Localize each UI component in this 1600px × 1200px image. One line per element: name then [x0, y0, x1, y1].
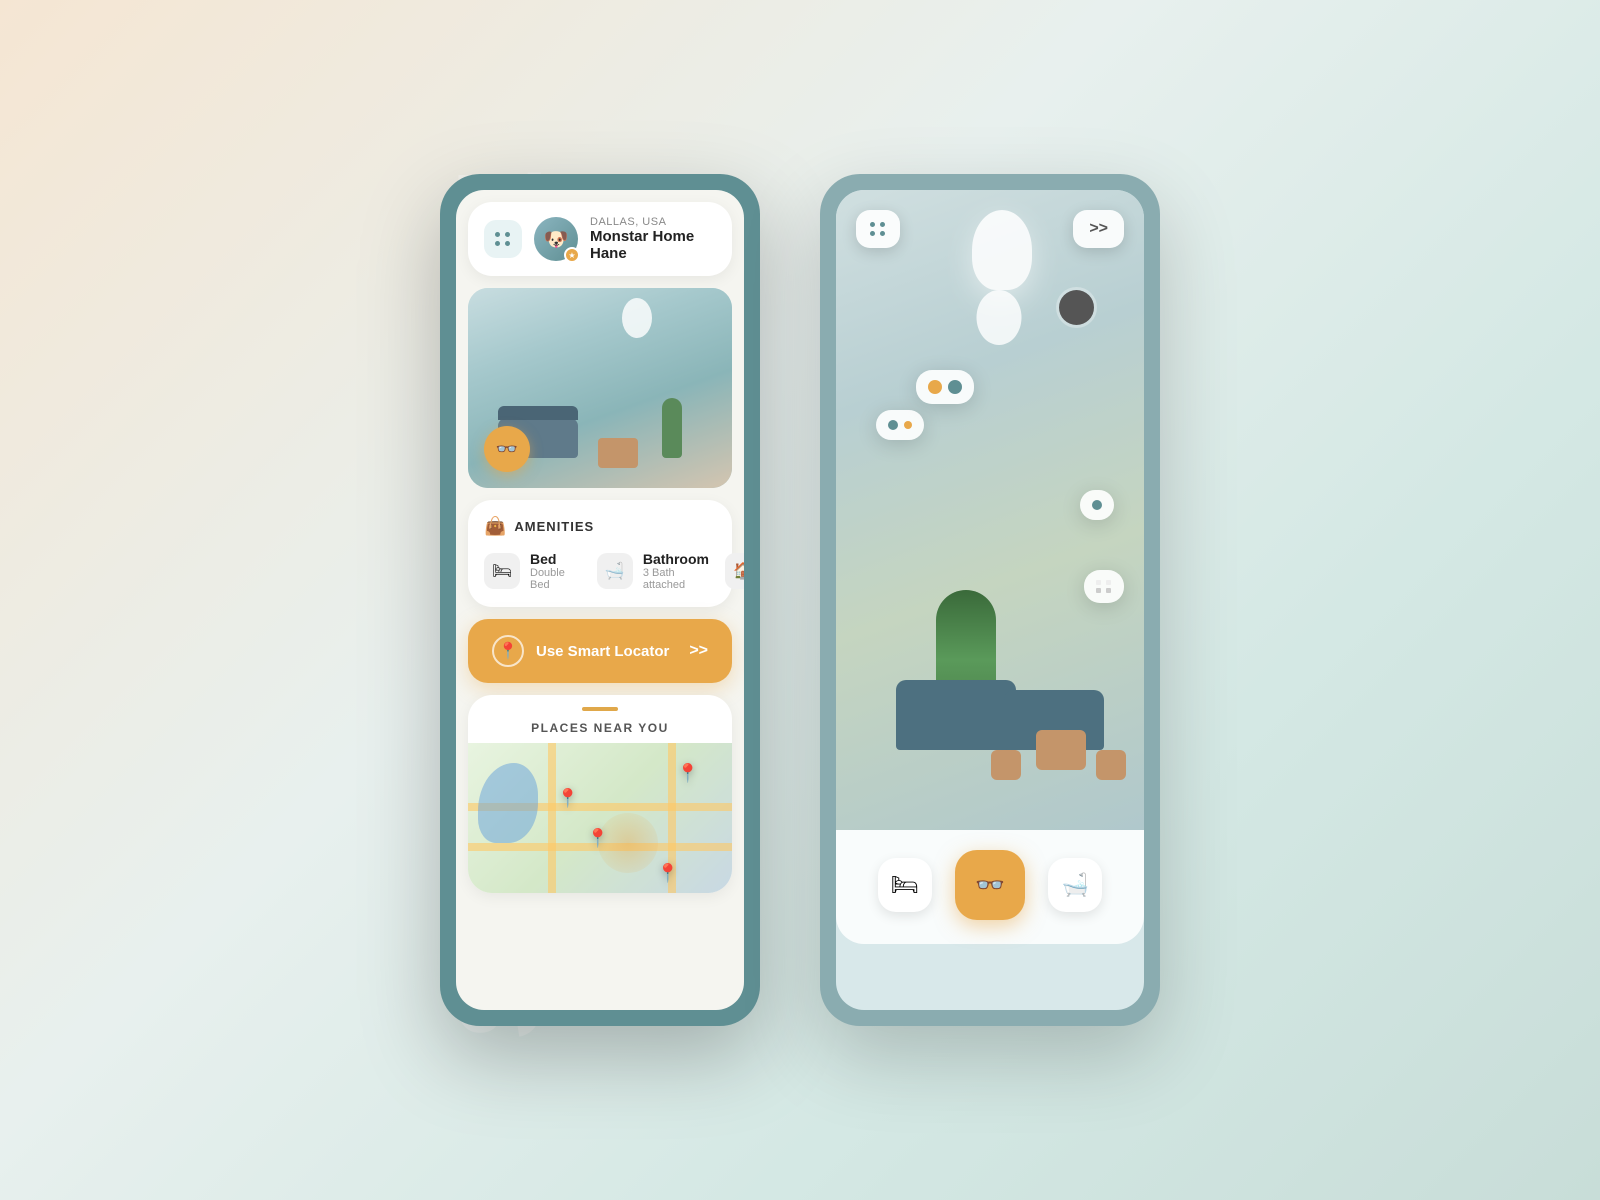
smart-locator-label: Use Smart Locator	[536, 643, 669, 660]
color-swatch-orange	[928, 380, 942, 394]
avatar-badge: ★	[564, 247, 580, 263]
map-pin-2: 📍	[677, 763, 699, 784]
bathroom-icon: 🛁	[605, 561, 625, 581]
room-image-card: 👓	[468, 288, 732, 488]
amenity-bed: 🛏 Bed Double Bed	[484, 551, 565, 591]
amenities-section: 👜 AMENITIES 🛏 Bed Double Bed	[468, 500, 732, 607]
menu-dots-icon	[495, 232, 511, 246]
ar-bubble-dot-2	[1092, 500, 1102, 510]
bottom-bath-button[interactable]: 🛁	[1048, 858, 1102, 912]
header-text: DALLAS, USA Monstar Home Hane	[590, 216, 716, 262]
home-icon-box: 🏠	[725, 553, 744, 589]
ceiling-lamp	[622, 298, 652, 338]
amenities-title: AMENITIES	[514, 519, 594, 534]
bath-tab-icon: 🛁	[1062, 872, 1089, 898]
amenities-bag-icon: 👜	[484, 516, 506, 537]
ar-coffee-table	[1036, 730, 1086, 770]
map-area[interactable]: 📍 📍 📍 📍	[468, 743, 732, 893]
coffee-table	[598, 438, 638, 468]
location-label: DALLAS, USA	[590, 216, 716, 228]
amenity-bed-text: Bed Double Bed	[530, 551, 565, 591]
vr-icon: 👓	[496, 439, 518, 460]
ar-bubble-dot-1	[888, 420, 898, 430]
menu-dots-button[interactable]	[484, 220, 522, 258]
ar-top-controls: >>	[836, 210, 1144, 248]
ar-stool-right	[1096, 750, 1126, 780]
ar-forward-button[interactable]: >>	[1073, 210, 1124, 248]
ar-bottom-bar: 🛏 👓 🛁	[836, 830, 1144, 944]
bottom-bed-button[interactable]: 🛏	[878, 858, 932, 912]
map-road-vertical-1	[548, 743, 556, 893]
ar-bubble-room-controls[interactable]	[876, 410, 924, 440]
chevron-right-icon: >>	[689, 642, 708, 660]
phone-screen-right: >> 🛏 👓 🛁	[836, 190, 1144, 1010]
map-pin-1: 📍	[557, 788, 579, 809]
ar-stool-left	[991, 750, 1021, 780]
smart-locator-button[interactable]: 📍 Use Smart Locator >>	[468, 619, 732, 683]
map-header: PLACES NEAR YOU	[468, 695, 732, 743]
amenity-bathroom: 🛁 Bathroom 3 Bath attached	[597, 551, 709, 591]
bed-tab-icon: 🛏	[891, 872, 919, 898]
bathroom-name: Bathroom	[643, 551, 709, 567]
header-card: 🐶 ★ DALLAS, USA Monstar Home Hane	[468, 202, 732, 276]
vr-button[interactable]: 👓	[484, 426, 530, 472]
plant-decoration	[662, 398, 682, 458]
phone-screen-left: 🐶 ★ DALLAS, USA Monstar Home Hane	[456, 190, 744, 1010]
ar-menu-button[interactable]	[856, 210, 900, 248]
screens-container: 🐶 ★ DALLAS, USA Monstar Home Hane	[440, 174, 1160, 1026]
ar-bubble-table-info[interactable]	[1080, 490, 1114, 520]
phone-left: 🐶 ★ DALLAS, USA Monstar Home Hane	[440, 174, 760, 1026]
map-pin-4: 📍	[657, 863, 679, 884]
ar-wall-art	[1059, 290, 1094, 325]
bed-name: Bed	[530, 551, 565, 567]
locator-circle-icon: 📍	[492, 635, 524, 667]
bed-icon-box: 🛏	[484, 553, 520, 589]
smart-locator-left: 📍 Use Smart Locator	[492, 635, 669, 667]
map-card: PLACES NEAR YOU 📍 📍 📍 📍	[468, 695, 732, 893]
bathroom-subtitle: 3 Bath attached	[643, 567, 709, 591]
bed-icon: 🛏	[492, 561, 512, 581]
map-pin-3: 📍	[587, 828, 609, 849]
ar-bubble-sofa-info[interactable]	[1084, 570, 1124, 603]
ar-lamp-small	[977, 290, 1022, 345]
ar-bubble-grid	[1096, 580, 1112, 593]
user-name: Monstar Home Hane	[590, 228, 716, 262]
map-water	[478, 763, 538, 843]
avatar-wrap: 🐶 ★	[534, 217, 578, 261]
ar-bubble-colors[interactable]	[916, 370, 974, 404]
ar-view: >>	[836, 190, 1144, 830]
amenities-header: 👜 AMENITIES	[484, 516, 716, 537]
amenity-bathroom-text: Bathroom 3 Bath attached	[643, 551, 709, 591]
ar-bubble-dot-orange	[904, 421, 912, 429]
home-icon: 🏠	[733, 561, 744, 581]
phone-right: >> 🛏 👓 🛁	[820, 174, 1160, 1026]
map-handle	[582, 707, 618, 711]
places-near-label: PLACES NEAR YOU	[484, 721, 716, 735]
amenities-row: 🛏 Bed Double Bed 🛁 Bathroom	[484, 551, 716, 591]
bathroom-icon-box: 🛁	[597, 553, 633, 589]
bed-subtitle: Double Bed	[530, 567, 565, 591]
bottom-vr-button[interactable]: 👓	[955, 850, 1025, 920]
vr-tab-icon: 👓	[975, 871, 1005, 900]
color-swatch-teal	[948, 380, 962, 394]
ar-menu-dots-icon	[870, 222, 886, 236]
ar-sofa-left	[896, 680, 1016, 750]
